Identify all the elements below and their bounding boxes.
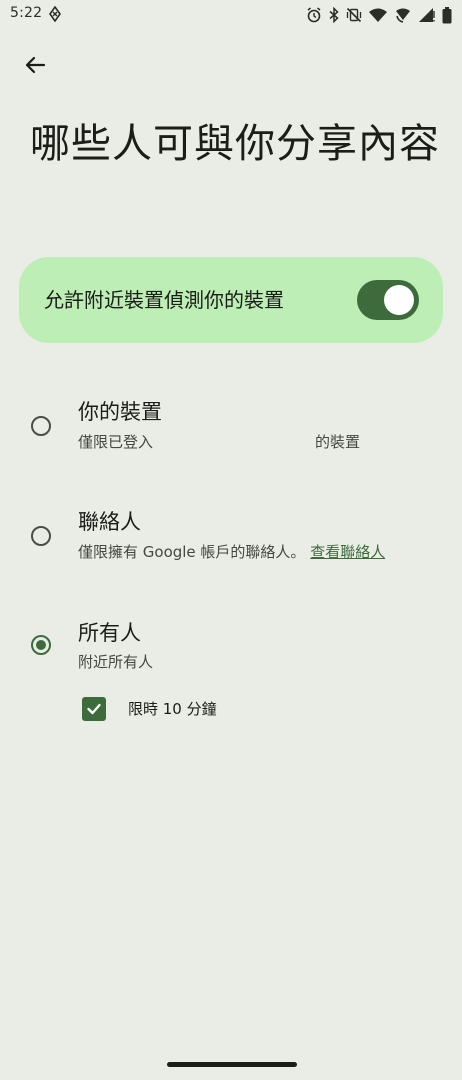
status-time: 5:22 [10, 5, 43, 21]
back-button[interactable] [20, 50, 50, 80]
device-visibility-switch[interactable] [357, 280, 419, 320]
radio-contacts[interactable] [31, 526, 51, 546]
view-contacts-link[interactable]: 查看聯絡人 [310, 543, 385, 561]
time-limit-checkbox[interactable] [82, 697, 106, 721]
radio-your-devices[interactable] [31, 416, 51, 436]
device-visibility-label: 允許附近裝置偵測你的裝置 [44, 288, 284, 312]
option-everyone[interactable]: 所有人 附近所有人 [0, 619, 462, 689]
nearby-share-status-icon [48, 5, 62, 23]
vibrate-off-icon [346, 7, 362, 23]
cell-signal-icon [418, 7, 436, 23]
wifi-calling-icon [394, 7, 412, 23]
option-title-your-devices: 你的裝置 [78, 400, 162, 424]
time-limit-label: 限時 10 分鐘 [128, 700, 217, 718]
switch-thumb [384, 285, 414, 315]
device-visibility-toggle-row[interactable]: 允許附近裝置偵測你的裝置 [19, 257, 443, 343]
battery-icon [442, 6, 452, 24]
option-your-devices[interactable]: 你的裝置 僅限已登入 的裝置 [0, 398, 462, 468]
wifi-icon [368, 7, 388, 23]
status-icons [306, 5, 452, 25]
check-icon [87, 703, 101, 715]
gesture-nav-handle[interactable] [167, 1062, 297, 1067]
option-contacts[interactable]: 聯絡人 僅限擁有 Google 帳戶的聯絡人。 查看聯絡人 [0, 508, 462, 578]
option-title-everyone: 所有人 [78, 621, 141, 645]
alarm-icon [306, 7, 322, 23]
option-subtitle-your-devices: 僅限已登入 的裝置 [78, 433, 361, 451]
option-title-contacts: 聯絡人 [78, 510, 141, 534]
status-bar: 5:22 [0, 0, 462, 30]
option-subtitle-contacts: 僅限擁有 Google 帳戶的聯絡人。 查看聯絡人 [78, 543, 386, 561]
bluetooth-icon [328, 7, 340, 23]
arrow-back-icon [25, 56, 46, 74]
option-subtitle-everyone: 附近所有人 [78, 653, 154, 671]
radio-everyone[interactable] [31, 635, 51, 655]
page-title: 哪些人可與你分享內容 [30, 120, 440, 167]
